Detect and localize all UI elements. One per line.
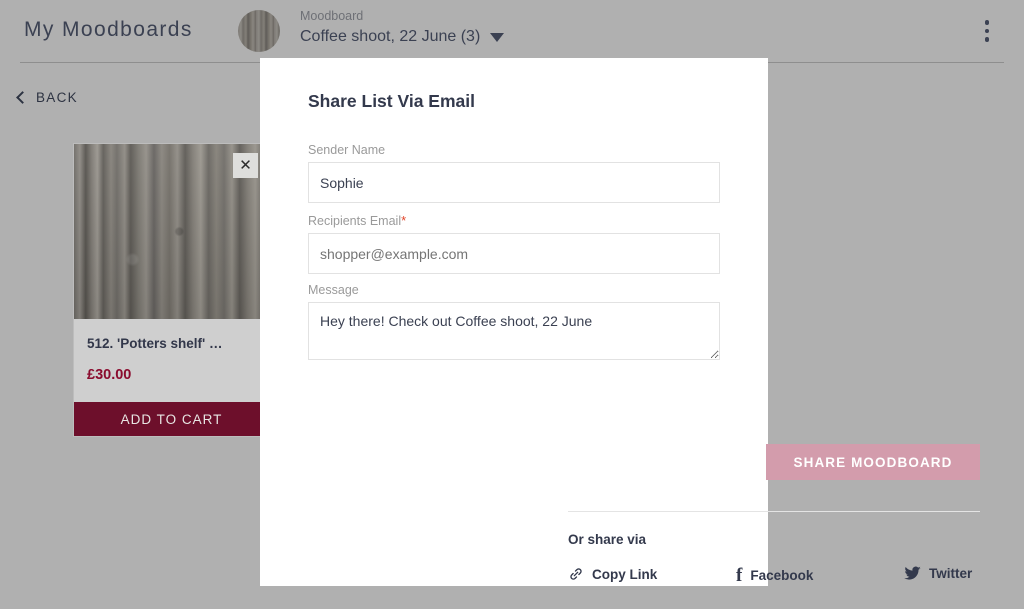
moodboard-name: Coffee shoot, 22 June (3): [300, 28, 481, 45]
facebook-share-button[interactable]: f Facebook: [736, 566, 813, 585]
message-label: Message: [308, 283, 720, 297]
chevron-left-icon: [16, 90, 29, 104]
product-card-body: 512. 'Potters shelf' … £30.00: [74, 319, 269, 399]
back-label: BACK: [36, 90, 78, 105]
close-icon[interactable]: ✕: [233, 153, 258, 178]
kebab-dot: [984, 20, 990, 25]
or-share-via-label: Or share via: [568, 532, 647, 547]
facebook-label: Facebook: [750, 568, 814, 583]
kebab-dot: [984, 28, 990, 34]
recipients-email-label-text: Recipients Email: [308, 214, 402, 228]
required-asterisk: *: [401, 213, 407, 228]
chevron-down-icon: [490, 32, 505, 42]
moodboard-thumbnail-avatar[interactable]: [238, 10, 280, 52]
twitter-share-button[interactable]: Twitter: [904, 566, 972, 581]
copy-link-label: Copy Link: [592, 566, 658, 582]
link-icon: [568, 566, 584, 582]
product-card[interactable]: ✕ 512. 'Potters shelf' … £30.00 ADD TO C…: [73, 143, 269, 437]
sender-name-label-text: Sender Name: [308, 143, 386, 157]
twitter-icon: [904, 566, 921, 581]
message-field-group: Message: [308, 283, 720, 360]
recipients-email-field-group: Recipients Email*: [308, 213, 720, 274]
modal-divider: [568, 511, 980, 512]
sender-name-input[interactable]: [308, 162, 720, 203]
share-modal: Share List Via Email Sender Name Recipie…: [260, 58, 980, 586]
modal-title: Share List Via Email: [308, 91, 475, 111]
moodboard-selector[interactable]: Coffee shoot, 22 June (3): [300, 28, 505, 46]
add-to-cart-button[interactable]: ADD TO CART: [74, 402, 269, 436]
recipients-email-label: Recipients Email*: [308, 213, 720, 228]
product-title: 512. 'Potters shelf' …: [87, 336, 223, 351]
share-links-row: Copy Link f Facebook Twitter: [568, 566, 980, 590]
moodboard-label: Moodboard: [300, 9, 364, 23]
message-label-text: Message: [308, 283, 359, 297]
facebook-icon: f: [736, 565, 743, 586]
kebab-menu-icon[interactable]: [976, 16, 998, 46]
kebab-dot: [984, 37, 990, 42]
recipients-email-input[interactable]: [308, 233, 720, 274]
page-title: My Moodboards: [24, 18, 193, 41]
share-moodboard-button[interactable]: SHARE MOODBOARD: [766, 444, 980, 480]
twitter-label: Twitter: [929, 566, 973, 581]
sender-name-field-group: Sender Name: [308, 143, 720, 203]
sender-name-label: Sender Name: [308, 143, 720, 157]
message-textarea[interactable]: [308, 302, 720, 360]
copy-link-button[interactable]: Copy Link: [568, 566, 657, 582]
back-link[interactable]: BACK: [16, 90, 78, 105]
product-price: £30.00: [87, 367, 132, 383]
top-header-bar: My Moodboards Moodboard Coffee shoot, 22…: [0, 0, 1024, 62]
